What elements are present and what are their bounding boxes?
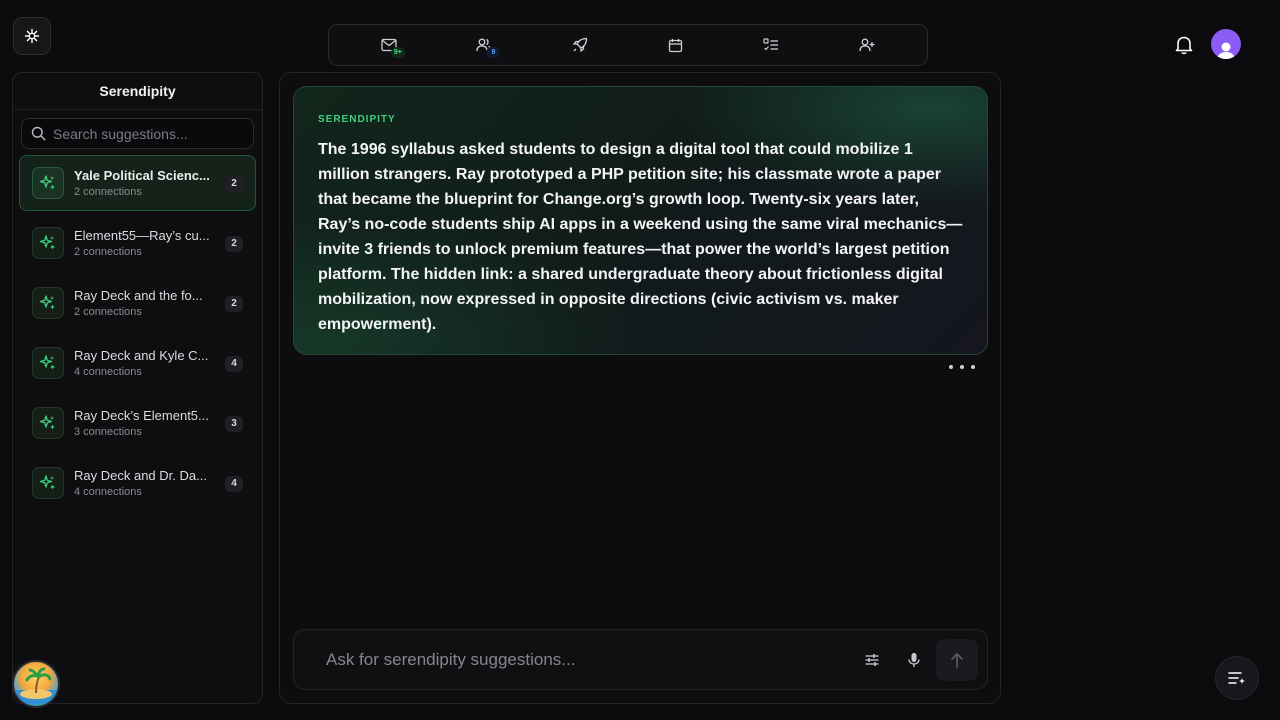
suggestion-item[interactable]: Ray Deck and Kyle C... 4 connections 4 bbox=[19, 335, 256, 391]
suggestion-title: Yale Political Scienc... bbox=[74, 168, 210, 183]
sparkles-icon bbox=[32, 227, 64, 259]
suggestion-connections: 4 connections bbox=[74, 366, 142, 378]
suggestion-connections: 2 connections bbox=[74, 186, 142, 198]
sidebar-title: Serendipity bbox=[13, 73, 262, 110]
settings-sliders-button[interactable] bbox=[860, 648, 884, 672]
suggestion-title: Ray Deck’s Element5... bbox=[74, 408, 209, 423]
contacts-badge: 9 bbox=[486, 47, 501, 58]
search-input[interactable] bbox=[53, 125, 243, 142]
more-options-button[interactable] bbox=[949, 362, 975, 372]
nav-add-user-button[interactable] bbox=[847, 30, 887, 60]
bell-icon bbox=[1175, 36, 1193, 55]
add-user-icon bbox=[859, 38, 875, 52]
more-dot bbox=[971, 365, 975, 369]
nav-contacts-button[interactable]: 9 bbox=[464, 30, 504, 60]
arrow-up-icon bbox=[951, 652, 963, 668]
workspace-avatar[interactable] bbox=[12, 660, 60, 708]
checklist-icon bbox=[763, 38, 779, 51]
suggestion-connections: 3 connections bbox=[74, 426, 142, 438]
more-dot bbox=[949, 365, 953, 369]
sparkles-icon bbox=[32, 467, 64, 499]
microphone-icon bbox=[908, 652, 920, 667]
user-avatar[interactable] bbox=[1211, 29, 1241, 59]
notifications-button[interactable] bbox=[1172, 33, 1196, 57]
palm-beach-icon bbox=[16, 667, 56, 704]
calendar-icon bbox=[669, 38, 683, 52]
sparkles-icon bbox=[32, 407, 64, 439]
more-dot bbox=[960, 365, 964, 369]
search-icon bbox=[31, 126, 46, 141]
suggestion-item[interactable]: Ray Deck’s Element5... 3 connections 3 bbox=[19, 395, 256, 451]
suggestion-title: Ray Deck and Kyle C... bbox=[74, 348, 209, 363]
app-logo-button[interactable] bbox=[13, 17, 51, 55]
card-label: SERENDIPITY bbox=[318, 114, 396, 125]
suggestion-connections: 2 connections bbox=[74, 246, 142, 258]
nav-tasks-button[interactable] bbox=[751, 30, 791, 60]
nav-rocket-button[interactable] bbox=[560, 30, 600, 60]
suggestion-title: Ray Deck and Dr. Da... bbox=[74, 468, 207, 483]
suggestion-connections: 2 connections bbox=[74, 306, 142, 318]
prompt-input[interactable] bbox=[326, 649, 860, 670]
user-silhouette-icon bbox=[1217, 42, 1235, 59]
nav-mail-button[interactable]: 9+ bbox=[369, 30, 409, 60]
suggestion-title: Ray Deck and the fo... bbox=[74, 288, 203, 303]
suggestion-count-badge: 3 bbox=[225, 416, 243, 432]
list-sparkle-icon bbox=[1228, 672, 1245, 684]
suggestions-sidebar: Serendipity Yale Political Scienc... 2 c… bbox=[12, 72, 263, 704]
suggestion-list: Yale Political Scienc... 2 connections 2… bbox=[13, 155, 262, 511]
suggestion-count-badge: 4 bbox=[225, 476, 243, 492]
card-message-text: The 1996 syllabus asked students to desi… bbox=[318, 141, 963, 333]
suggestion-connections: 4 connections bbox=[74, 486, 142, 498]
suggestion-count-badge: 2 bbox=[225, 236, 243, 252]
suggestion-item[interactable]: Ray Deck and the fo... 2 connections 2 bbox=[19, 275, 256, 331]
search-box bbox=[21, 118, 254, 149]
microphone-button[interactable] bbox=[902, 648, 926, 672]
mail-badge: 9+ bbox=[390, 47, 405, 58]
sparkles-icon bbox=[32, 167, 64, 199]
suggestion-title: Element55—Ray’s cu... bbox=[74, 228, 210, 243]
top-navigation: 9+ 9 bbox=[328, 24, 928, 66]
serendipity-card: SERENDIPITY The 1996 syllabus asked stud… bbox=[293, 86, 988, 369]
sliders-icon bbox=[865, 653, 879, 666]
sparkles-icon bbox=[32, 347, 64, 379]
suggestion-count-badge: 2 bbox=[225, 176, 243, 192]
sparkles-icon bbox=[32, 287, 64, 319]
rocket-icon bbox=[572, 37, 588, 53]
sparkle-icon bbox=[24, 28, 40, 44]
suggestion-item[interactable]: Yale Political Scienc... 2 connections 2 bbox=[19, 155, 256, 211]
suggestion-item[interactable]: Ray Deck and Dr. Da... 4 connections 4 bbox=[19, 455, 256, 511]
suggestions-panel-button[interactable] bbox=[1215, 656, 1259, 700]
suggestion-count-badge: 2 bbox=[225, 296, 243, 312]
nav-calendar-button[interactable] bbox=[656, 30, 696, 60]
send-button[interactable] bbox=[936, 638, 978, 681]
conversation-panel: SERENDIPITY The 1996 syllabus asked stud… bbox=[279, 72, 1001, 704]
suggestion-count-badge: 4 bbox=[225, 356, 243, 372]
suggestion-item[interactable]: Element55—Ray’s cu... 2 connections 2 bbox=[19, 215, 256, 271]
message-composer bbox=[293, 629, 988, 690]
